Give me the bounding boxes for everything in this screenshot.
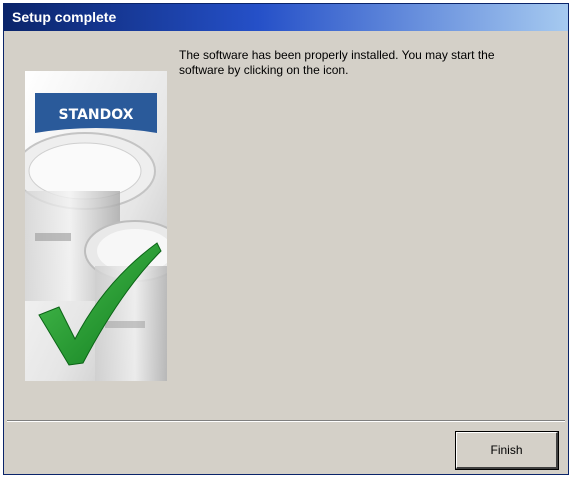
standox-logo: STANDOX: [59, 107, 134, 123]
title-bar[interactable]: Setup complete: [4, 4, 568, 31]
finish-button[interactable]: Finish: [456, 432, 558, 469]
setup-dialog: Setup complete STANDOX The software has …: [3, 3, 569, 475]
paint-cans-illustration: STANDOX: [14, 71, 186, 381]
standox-product-image: STANDOX: [14, 71, 186, 381]
completion-message: The software has been properly installed…: [179, 48, 495, 77]
dialog-content: STANDOX The software has been properly i…: [9, 34, 563, 419]
window-title: Setup complete: [12, 9, 117, 25]
button-area-divider-highlight: [7, 421, 565, 422]
